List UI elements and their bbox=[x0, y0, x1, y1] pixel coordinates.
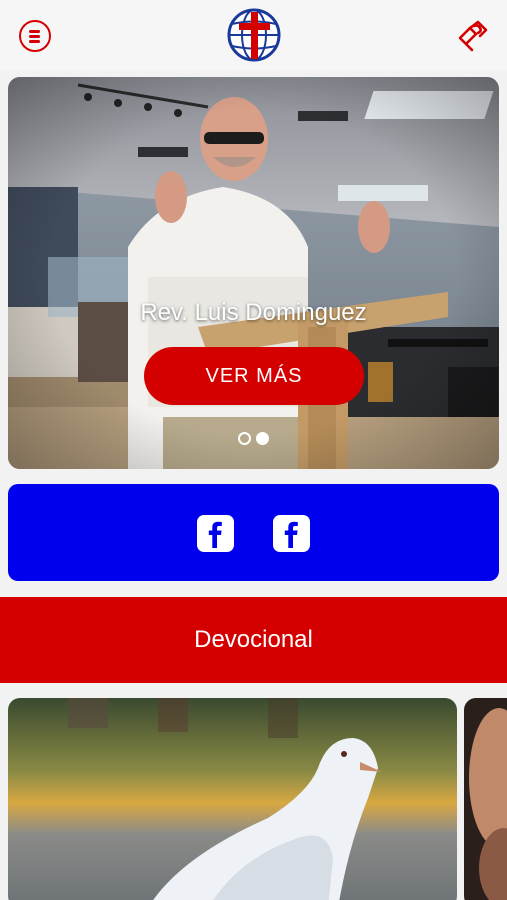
give-hand-heart-icon[interactable] bbox=[456, 18, 490, 52]
devotional-card[interactable] bbox=[8, 698, 457, 900]
carousel-dot-2-active[interactable] bbox=[256, 432, 269, 445]
person-photo bbox=[464, 698, 507, 900]
devotional-card[interactable] bbox=[464, 698, 507, 900]
top-bar bbox=[0, 0, 507, 70]
hero-carousel[interactable]: Rev. Luis Dominguez VER MÁS bbox=[8, 77, 499, 469]
social-links-panel bbox=[8, 484, 499, 581]
facebook-icon[interactable] bbox=[197, 515, 234, 552]
devocional-section-header[interactable]: Devocional bbox=[0, 597, 507, 683]
white-dove-photo bbox=[8, 698, 457, 900]
hero-pastor-photo bbox=[8, 77, 499, 469]
carousel-pagination bbox=[8, 432, 499, 445]
ver-mas-button[interactable]: VER MÁS bbox=[144, 347, 364, 405]
carousel-dot-1[interactable] bbox=[238, 432, 251, 445]
facebook-icon[interactable] bbox=[273, 515, 310, 552]
church-logo-icon[interactable] bbox=[226, 7, 282, 63]
hero-title: Rev. Luis Dominguez bbox=[140, 299, 367, 326]
hamburger-menu-icon[interactable] bbox=[19, 20, 51, 52]
